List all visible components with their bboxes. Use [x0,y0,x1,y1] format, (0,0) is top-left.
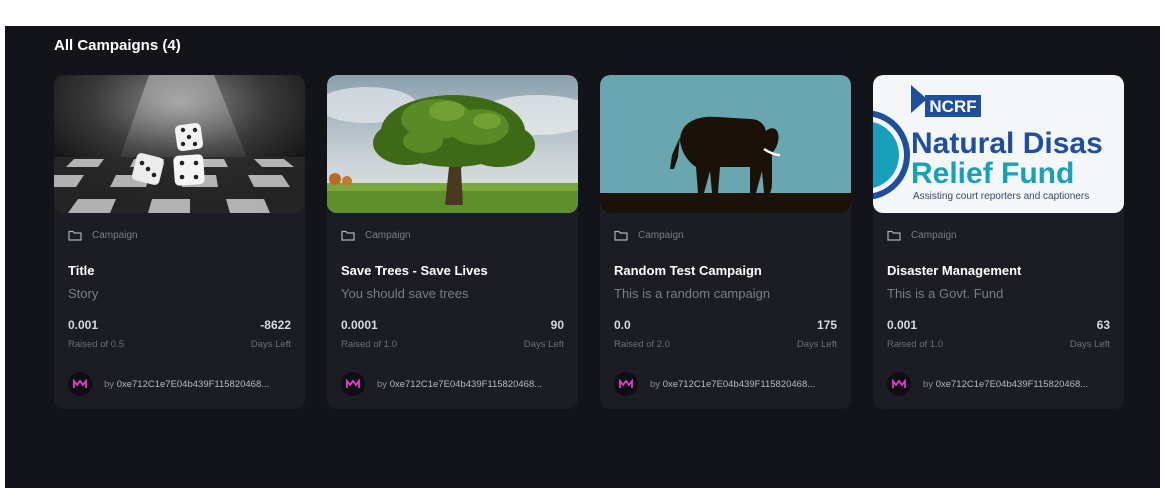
campaign-title: Title [68,263,95,278]
raised-amount: 0.0 [614,318,631,332]
days-left-value: 90 [550,318,564,332]
campaigns-panel: All Campaigns (4) Campaign Title Story 0… [5,26,1160,488]
folder-icon [614,230,628,241]
campaign-title: Disaster Management [887,263,1022,278]
owner-address: 0xe712C1e7E04b439F115820468... [662,378,816,390]
campaign-category: Campaign [887,230,957,241]
section-heading: All Campaigns (4) [54,37,181,54]
campaign-image-ncrf: NCRF Natural Disas Relief Fund Assisting… [873,75,1124,213]
category-label: Campaign [365,230,411,241]
campaign-image-dice [54,75,305,213]
raised-target: Raised of 1.0 [341,339,397,350]
category-label: Campaign [911,230,957,241]
campaign-card[interactable]: Campaign Random Test Campaign This is a … [600,75,851,409]
campaign-image-tree [327,75,578,213]
logo-badge-text: NCRF [929,97,976,116]
avatar [68,372,92,396]
days-left-value: -8622 [260,318,291,332]
days-left-label: Days Left [250,339,291,350]
campaign-title: Random Test Campaign [614,263,762,278]
days-left-value: 63 [1096,318,1110,332]
raised-amount: 0.0001 [341,318,378,332]
campaign-owner: by 0xe712C1e7E04b439F115820468... [614,372,815,396]
owner-address: 0xe712C1e7E04b439F115820468... [116,378,270,390]
days-left-label: Days Left [1069,339,1110,350]
campaign-owner: by 0xe712C1e7E04b439F115820468... [887,372,1088,396]
campaign-owner: by 0xe712C1e7E04b439F115820468... [341,372,542,396]
avatar [614,372,638,396]
owner-prefix: by [377,378,388,390]
logo-tagline: Assisting court reporters and captioners [913,191,1089,202]
avatar [887,372,911,396]
campaign-description: This is a Govt. Fund [887,286,1004,301]
campaign-card[interactable]: NCRF Natural Disas Relief Fund Assisting… [873,75,1124,409]
owner-address: 0xe712C1e7E04b439F115820468... [935,378,1089,390]
category-label: Campaign [638,230,684,241]
folder-icon [68,230,82,241]
campaign-title: Save Trees - Save Lives [341,263,488,278]
raised-target: Raised of 2.0 [614,339,670,350]
campaign-owner: by 0xe712C1e7E04b439F115820468... [68,372,269,396]
campaign-category: Campaign [68,230,138,241]
raised-target: Raised of 0.5 [68,339,124,350]
category-label: Campaign [92,230,138,241]
folder-icon [887,230,901,241]
raised-target: Raised of 1.0 [887,339,943,350]
owner-logo-icon [346,379,360,388]
folder-icon [341,230,355,241]
avatar [341,372,365,396]
campaign-description: You should save trees [341,286,469,301]
logo-line-1: Natural Disas [911,127,1103,160]
owner-logo-icon [73,379,87,388]
owner-prefix: by [104,378,115,390]
campaign-category: Campaign [614,230,684,241]
campaign-description: Story [68,286,99,301]
campaign-card[interactable]: Campaign Save Trees - Save Lives You sho… [327,75,578,409]
campaign-image-elephant [600,75,851,213]
campaign-category: Campaign [341,230,411,241]
owner-logo-icon [892,379,906,388]
campaign-card[interactable]: Campaign Title Story 0.001 Raised of 0.5… [54,75,305,409]
owner-prefix: by [923,378,934,390]
campaign-list: Campaign Title Story 0.001 Raised of 0.5… [54,75,1124,409]
logo-line-2: Relief Fund [911,157,1074,190]
owner-address: 0xe712C1e7E04b439F115820468... [389,378,543,390]
owner-prefix: by [650,378,661,390]
raised-amount: 0.001 [887,318,918,332]
owner-logo-icon [619,379,633,388]
raised-amount: 0.001 [68,318,99,332]
days-left-value: 175 [816,318,837,332]
days-left-label: Days Left [523,339,564,350]
days-left-label: Days Left [796,339,837,350]
campaign-description: This is a random campaign [614,286,771,301]
